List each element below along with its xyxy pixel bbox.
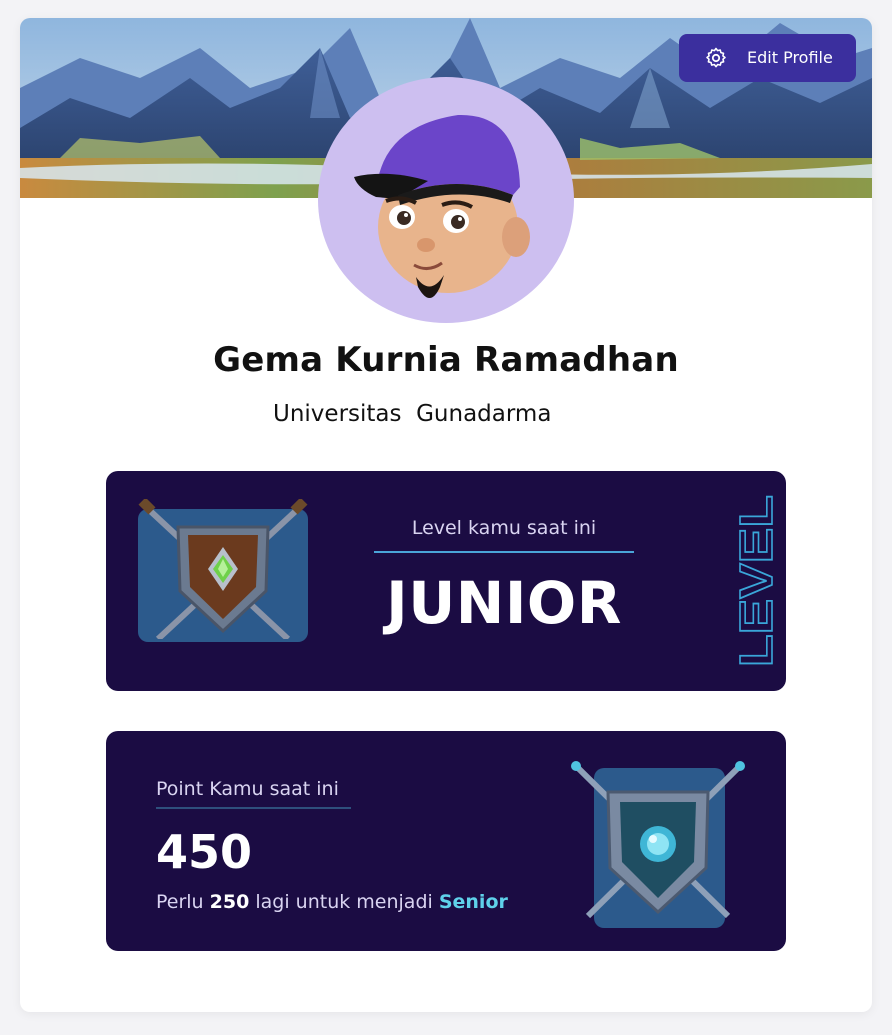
- point-badge: [571, 761, 745, 928]
- point-value: 450: [156, 825, 253, 879]
- profile-card: Edit Profile Gema Kurnia Ramadhan Univer…: [20, 18, 872, 1012]
- point-note-amount: 250: [209, 891, 250, 913]
- gear-icon: [706, 47, 726, 68]
- point-divider: [156, 807, 351, 809]
- point-card: Point Kamu saat ini 450 Perlu 250 lagi u…: [106, 731, 786, 951]
- level-value: JUNIOR: [386, 569, 622, 637]
- point-note-prefix: Perlu: [156, 891, 210, 913]
- point-caption: Point Kamu saat ini: [156, 778, 339, 800]
- level-badge: [138, 499, 308, 642]
- edit-profile-button[interactable]: Edit Profile: [679, 34, 856, 82]
- memoji-avatar: [354, 114, 530, 298]
- profile-name: Gema Kurnia Ramadhan: [213, 340, 679, 380]
- point-progress-note: Perlu 250 lagi untuk menjadi Senior: [156, 891, 508, 913]
- shield-swords-green-gem-icon: [138, 499, 308, 639]
- point-note-middle: lagi untuk menjadi: [249, 891, 439, 913]
- point-note-target: Senior: [438, 891, 508, 913]
- level-divider: [374, 551, 634, 553]
- profile-university: Universitas Gunadarma: [273, 401, 552, 427]
- level-card: Level kamu saat ini JUNIOR LEVEL: [106, 471, 786, 691]
- edit-profile-label: Edit Profile: [747, 48, 833, 67]
- shield-swords-blue-orb-icon: [571, 761, 745, 919]
- level-vertical-label: LEVEL: [729, 494, 782, 668]
- level-caption: Level kamu saat ini: [411, 517, 597, 539]
- level-vertical-text: LEVEL: [730, 495, 782, 667]
- avatar[interactable]: [318, 77, 574, 323]
